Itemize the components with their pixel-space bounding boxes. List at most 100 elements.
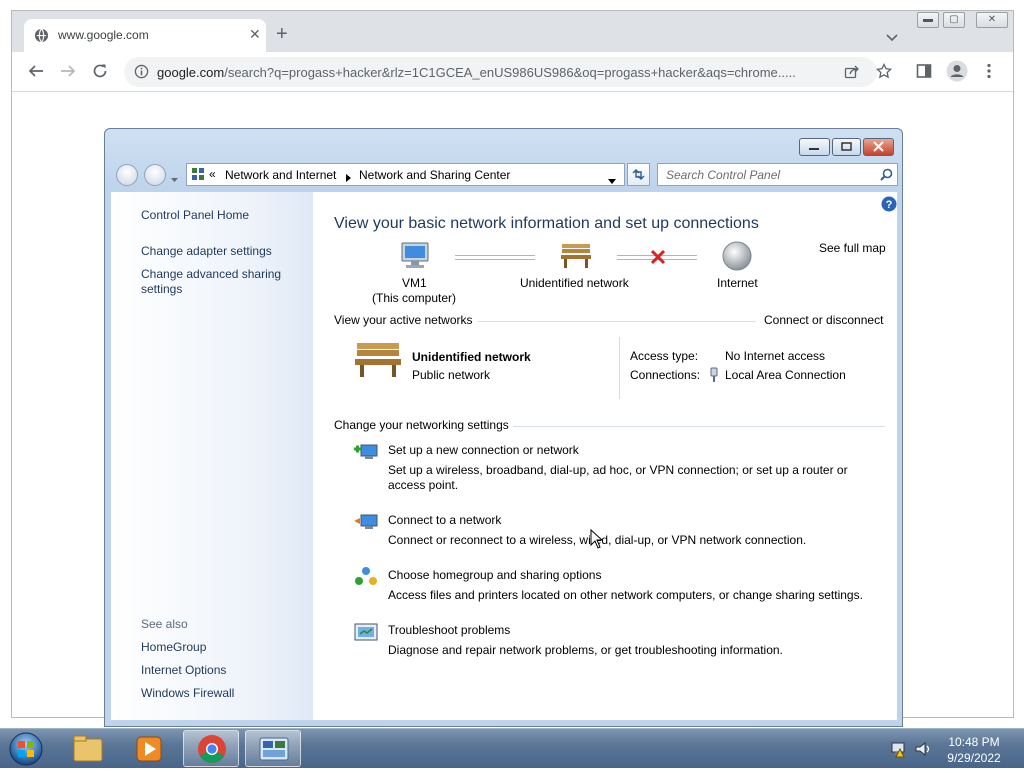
bench-network-icon-large [353, 339, 403, 384]
see-full-map-link[interactable]: See full map [819, 241, 886, 255]
cp-maximize-button[interactable] [832, 138, 861, 156]
troubleshoot-icon [353, 621, 379, 648]
cp-main-pane: ? View your basic network information an… [313, 192, 897, 720]
reload-icon[interactable] [92, 63, 108, 84]
url-text: google.com/search?q=progass+hacker&rlz=1… [157, 65, 832, 80]
cp-content: Control Panel Home Change adapter settin… [111, 192, 897, 720]
access-type-value: No Internet access [725, 349, 826, 363]
address-dropdown-icon[interactable] [608, 173, 616, 187]
clock-date: 9/29/2022 [947, 751, 1001, 765]
map-link-line [455, 255, 535, 260]
tab-close-icon[interactable]: ✕ [249, 26, 261, 43]
internet-globe-icon[interactable] [721, 240, 753, 277]
cp-search-input[interactable]: Search Control Panel [657, 163, 898, 186]
internet-options-link[interactable]: Internet Options [141, 663, 226, 677]
maximize-button[interactable]: ▢ [943, 12, 965, 28]
tab-title: www.google.com [58, 28, 149, 42]
forward-icon[interactable] [60, 63, 76, 84]
globe-icon [34, 28, 49, 48]
browser-tab[interactable]: www.google.com ✕ [24, 19, 266, 52]
start-button[interactable] [6, 730, 46, 772]
task-setup-connection-link[interactable]: Set up a new connection or network [388, 443, 579, 457]
bookmark-star-icon[interactable] [875, 62, 893, 84]
task-homegroup-desc: Access files and printers located on oth… [388, 588, 863, 602]
active-network-name: Unidentified network [412, 350, 531, 364]
recent-pages-chevron-icon[interactable] [171, 170, 178, 188]
task-troubleshoot-desc: Diagnose and repair network problems, or… [388, 643, 783, 657]
homegroup-link[interactable]: HomeGroup [141, 640, 206, 654]
taskbar-media-player-button[interactable] [121, 730, 177, 767]
active-networks-label: View your active networks [334, 313, 473, 327]
clock-time: 10:48 PM [948, 735, 1000, 749]
ethernet-icon [709, 367, 719, 388]
connect-network-icon [353, 511, 379, 538]
close-button[interactable]: ✕ [976, 12, 1008, 28]
profile-avatar-icon[interactable] [946, 60, 968, 87]
cp-close-button[interactable] [863, 138, 894, 156]
computer-sub: (This computer) [372, 291, 457, 305]
cp-minimize-button[interactable] [799, 138, 830, 156]
connections-label: Connections: [630, 368, 701, 382]
control-panel-icon [191, 167, 205, 184]
breadcrumb-overflow[interactable]: « [209, 167, 216, 181]
chevron-down-icon[interactable] [886, 29, 898, 47]
computer-icon[interactable] [398, 241, 432, 276]
task-connect-network-link[interactable]: Connect to a network [388, 513, 501, 527]
cp-address-bar[interactable]: « Network and Internet Network and Shari… [186, 163, 625, 186]
see-also-label: See also [141, 617, 188, 631]
connect-or-disconnect-link[interactable]: Connect or disconnect [764, 313, 883, 327]
control-panel-home-link[interactable]: Control Panel Home [141, 208, 249, 222]
local-area-connection-link[interactable]: Local Area Connection [725, 368, 846, 382]
back-icon[interactable] [28, 63, 44, 84]
cp-refresh-button[interactable] [627, 163, 650, 186]
bench-network-icon[interactable] [559, 240, 593, 275]
homegroup-icon [353, 566, 379, 593]
volume-tray-icon[interactable] [914, 740, 932, 763]
task-setup-connection-desc: Set up a wireless, broadband, dial-up, a… [388, 463, 848, 492]
windows-firewall-link[interactable]: Windows Firewall [141, 686, 234, 700]
red-x-icon [650, 249, 666, 270]
vertical-divider [619, 337, 620, 399]
page-title: View your basic network information and … [334, 215, 759, 232]
new-tab-icon[interactable]: + [276, 24, 288, 44]
divider [513, 426, 885, 427]
cp-back-button[interactable] [116, 164, 138, 186]
change-settings-label: Change your networking settings [334, 418, 509, 432]
new-connection-icon [353, 441, 379, 468]
cp-navigation-bar: « Network and Internet Network and Shari… [111, 161, 898, 189]
taskbar: 10:48 PM 9/29/2022 [0, 728, 1024, 768]
breadcrumb-item-network-sharing-center[interactable]: Network and Sharing Center [359, 168, 510, 182]
taskbar-chrome-button[interactable] [183, 730, 239, 767]
breadcrumb-separator-icon[interactable] [346, 171, 351, 185]
network-warning-tray-icon[interactable] [890, 740, 908, 763]
map-network-name: Unidentified network [520, 276, 629, 290]
change-adapter-settings-link[interactable]: Change adapter settings [141, 244, 272, 258]
task-troubleshoot-link[interactable]: Troubleshoot problems [388, 623, 510, 637]
minimize-button[interactable]: ▬ [917, 12, 939, 28]
more-menu-icon[interactable] [986, 63, 992, 84]
search-icon[interactable] [880, 168, 893, 186]
svg-text:?: ? [886, 199, 893, 211]
system-clock[interactable]: 10:48 PM 9/29/2022 [938, 734, 1010, 766]
access-type-label: Access type: [630, 349, 699, 363]
change-advanced-sharing-link[interactable]: Change advanced sharing settings [141, 267, 291, 297]
mouse-cursor-icon [590, 528, 604, 554]
cp-forward-button[interactable] [144, 164, 166, 186]
taskbar-control-panel-button[interactable] [245, 730, 301, 767]
help-icon[interactable]: ? [881, 196, 897, 217]
cp-left-pane: Control Panel Home Change adapter settin… [111, 192, 313, 720]
breadcrumb-item-network-internet[interactable]: Network and Internet [225, 168, 336, 182]
computer-name: VM1 [402, 276, 427, 290]
url-host: google.com [157, 65, 225, 80]
map-internet: Internet [717, 276, 758, 290]
taskbar-explorer-button[interactable] [60, 730, 116, 767]
share-icon[interactable] [844, 64, 860, 85]
side-panel-icon[interactable] [916, 63, 932, 84]
task-homegroup-link[interactable]: Choose homegroup and sharing options [388, 568, 601, 582]
info-icon[interactable] [134, 64, 149, 84]
active-network-type[interactable]: Public network [412, 368, 490, 382]
address-bar[interactable]: google.com/search?q=progass+hacker&rlz=1… [124, 57, 877, 87]
url-path: /search?q=progass+hacker&rlz=1C1GCEA_enU… [224, 65, 796, 80]
divider [478, 321, 756, 322]
browser-toolbar: google.com/search?q=progass+hacker&rlz=1… [12, 52, 1013, 92]
